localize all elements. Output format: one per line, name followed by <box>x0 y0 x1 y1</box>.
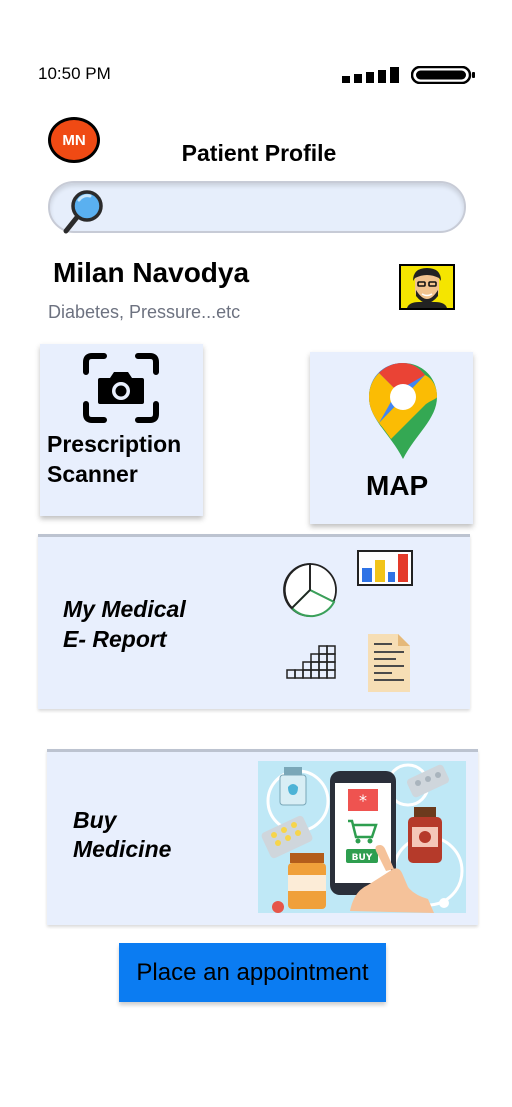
prescription-scanner-label: Prescription Scanner <box>47 431 182 487</box>
status-time: 10:50 PM <box>38 64 111 83</box>
stair-chart-icon <box>286 645 336 679</box>
map-pin-icon <box>369 363 437 459</box>
camera-scan-icon <box>83 353 159 423</box>
document-icon <box>368 634 410 692</box>
search-input[interactable] <box>48 181 466 233</box>
page-title: Patient Profile <box>181 140 337 166</box>
map-label: MAP <box>366 470 429 501</box>
patient-name: Milan Navodya <box>53 257 250 288</box>
bar-chart-icon <box>357 550 413 586</box>
patient-conditions: Diabetes, Pressure...etc <box>48 302 241 322</box>
svg-text:*: * <box>359 791 367 810</box>
buy-medicine-label: Buy Medicine <box>73 807 172 862</box>
pie-chart-icon <box>283 563 337 618</box>
place-appointment-button[interactable]: Place an appointment <box>119 943 386 1002</box>
signal-icon <box>342 67 399 83</box>
battery-icon <box>411 66 475 84</box>
patient-photo[interactable] <box>399 264 455 310</box>
medical-report-label: My Medical E- Report <box>63 596 186 652</box>
medicine-shop-illustration: * BUY <box>258 761 466 913</box>
patient-avatar-illustration <box>407 268 447 308</box>
buy-tag-text: BUY <box>352 853 373 863</box>
search-icon[interactable] <box>60 188 108 236</box>
